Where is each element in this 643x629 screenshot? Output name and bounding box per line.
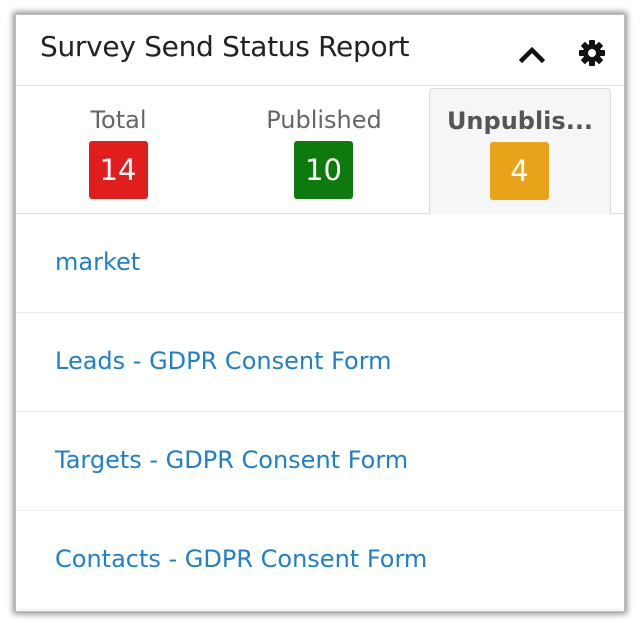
survey-send-status-widget: Survey Send Status Report Total 14 Publi… <box>15 14 625 612</box>
tab-label-total: Total <box>90 106 147 134</box>
unpublished-count-badge: 4 <box>490 142 549 200</box>
survey-link[interactable]: market <box>55 248 140 276</box>
list-item: Targets - GDPR Consent Form <box>16 412 624 511</box>
tab-total[interactable]: Total 14 <box>16 86 221 214</box>
tab-published[interactable]: Published 10 <box>221 86 427 214</box>
widget-header: Survey Send Status Report <box>16 15 624 86</box>
list-item: Leads - GDPR Consent Form <box>16 313 624 412</box>
widget-title: Survey Send Status Report <box>40 30 410 63</box>
list-item: market <box>16 214 624 313</box>
survey-list: market Leads - GDPR Consent Form Targets… <box>16 214 624 610</box>
tab-unpublished[interactable]: Unpublis... 4 <box>429 88 611 214</box>
chevron-up-icon <box>519 46 545 63</box>
tab-label-published: Published <box>266 106 382 134</box>
published-count-badge: 10 <box>294 141 353 199</box>
survey-link[interactable]: Contacts - GDPR Consent Form <box>55 545 427 573</box>
collapse-button[interactable] <box>512 37 552 71</box>
survey-link[interactable]: Targets - GDPR Consent Form <box>55 446 408 474</box>
list-item: Contacts - GDPR Consent Form <box>16 511 624 610</box>
status-tabs: Total 14 Published 10 Unpublis... 4 <box>16 86 624 214</box>
settings-button[interactable] <box>572 35 612 71</box>
tab-label-unpublished: Unpublis... <box>446 107 594 135</box>
gear-icon <box>579 40 605 66</box>
survey-link[interactable]: Leads - GDPR Consent Form <box>55 347 392 375</box>
total-count-badge: 14 <box>88 141 148 199</box>
